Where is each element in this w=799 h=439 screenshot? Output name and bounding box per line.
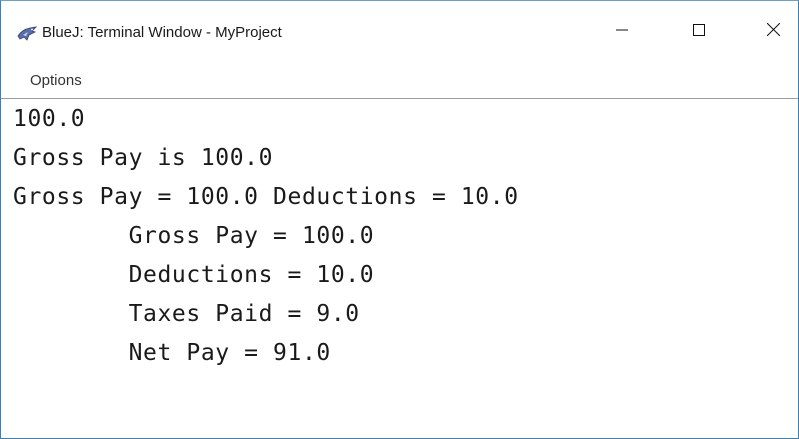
maximize-icon bbox=[693, 23, 705, 41]
terminal-output[interactable]: 100.0 Gross Pay is 100.0 Gross Pay = 100… bbox=[1, 99, 798, 438]
minimize-button[interactable] bbox=[599, 17, 645, 47]
terminal-window: BlueJ: Terminal Window - MyProject Optio… bbox=[0, 0, 799, 439]
title-bar[interactable]: BlueJ: Terminal Window - MyProject bbox=[1, 1, 798, 65]
window-title: BlueJ: Terminal Window - MyProject bbox=[42, 24, 282, 41]
menu-bar: Options bbox=[1, 65, 798, 99]
terminal-line: Taxes Paid = 9.0 bbox=[13, 301, 360, 327]
menu-options[interactable]: Options bbox=[26, 70, 86, 91]
terminal-line: Deductions = 10.0 bbox=[13, 262, 375, 288]
close-icon bbox=[766, 22, 780, 41]
maximize-button[interactable] bbox=[676, 17, 722, 47]
terminal-line: 100.0 bbox=[13, 106, 86, 132]
bluej-bird-icon bbox=[17, 26, 38, 42]
terminal-line: Net Pay = 91.0 bbox=[13, 340, 331, 366]
terminal-line: Gross Pay = 100.0 Deductions = 10.0 bbox=[13, 184, 519, 210]
terminal-line: Gross Pay is 100.0 bbox=[13, 145, 274, 171]
minimize-icon bbox=[616, 23, 628, 41]
close-button[interactable] bbox=[750, 17, 796, 47]
terminal-line: Gross Pay = 100.0 bbox=[13, 223, 375, 249]
